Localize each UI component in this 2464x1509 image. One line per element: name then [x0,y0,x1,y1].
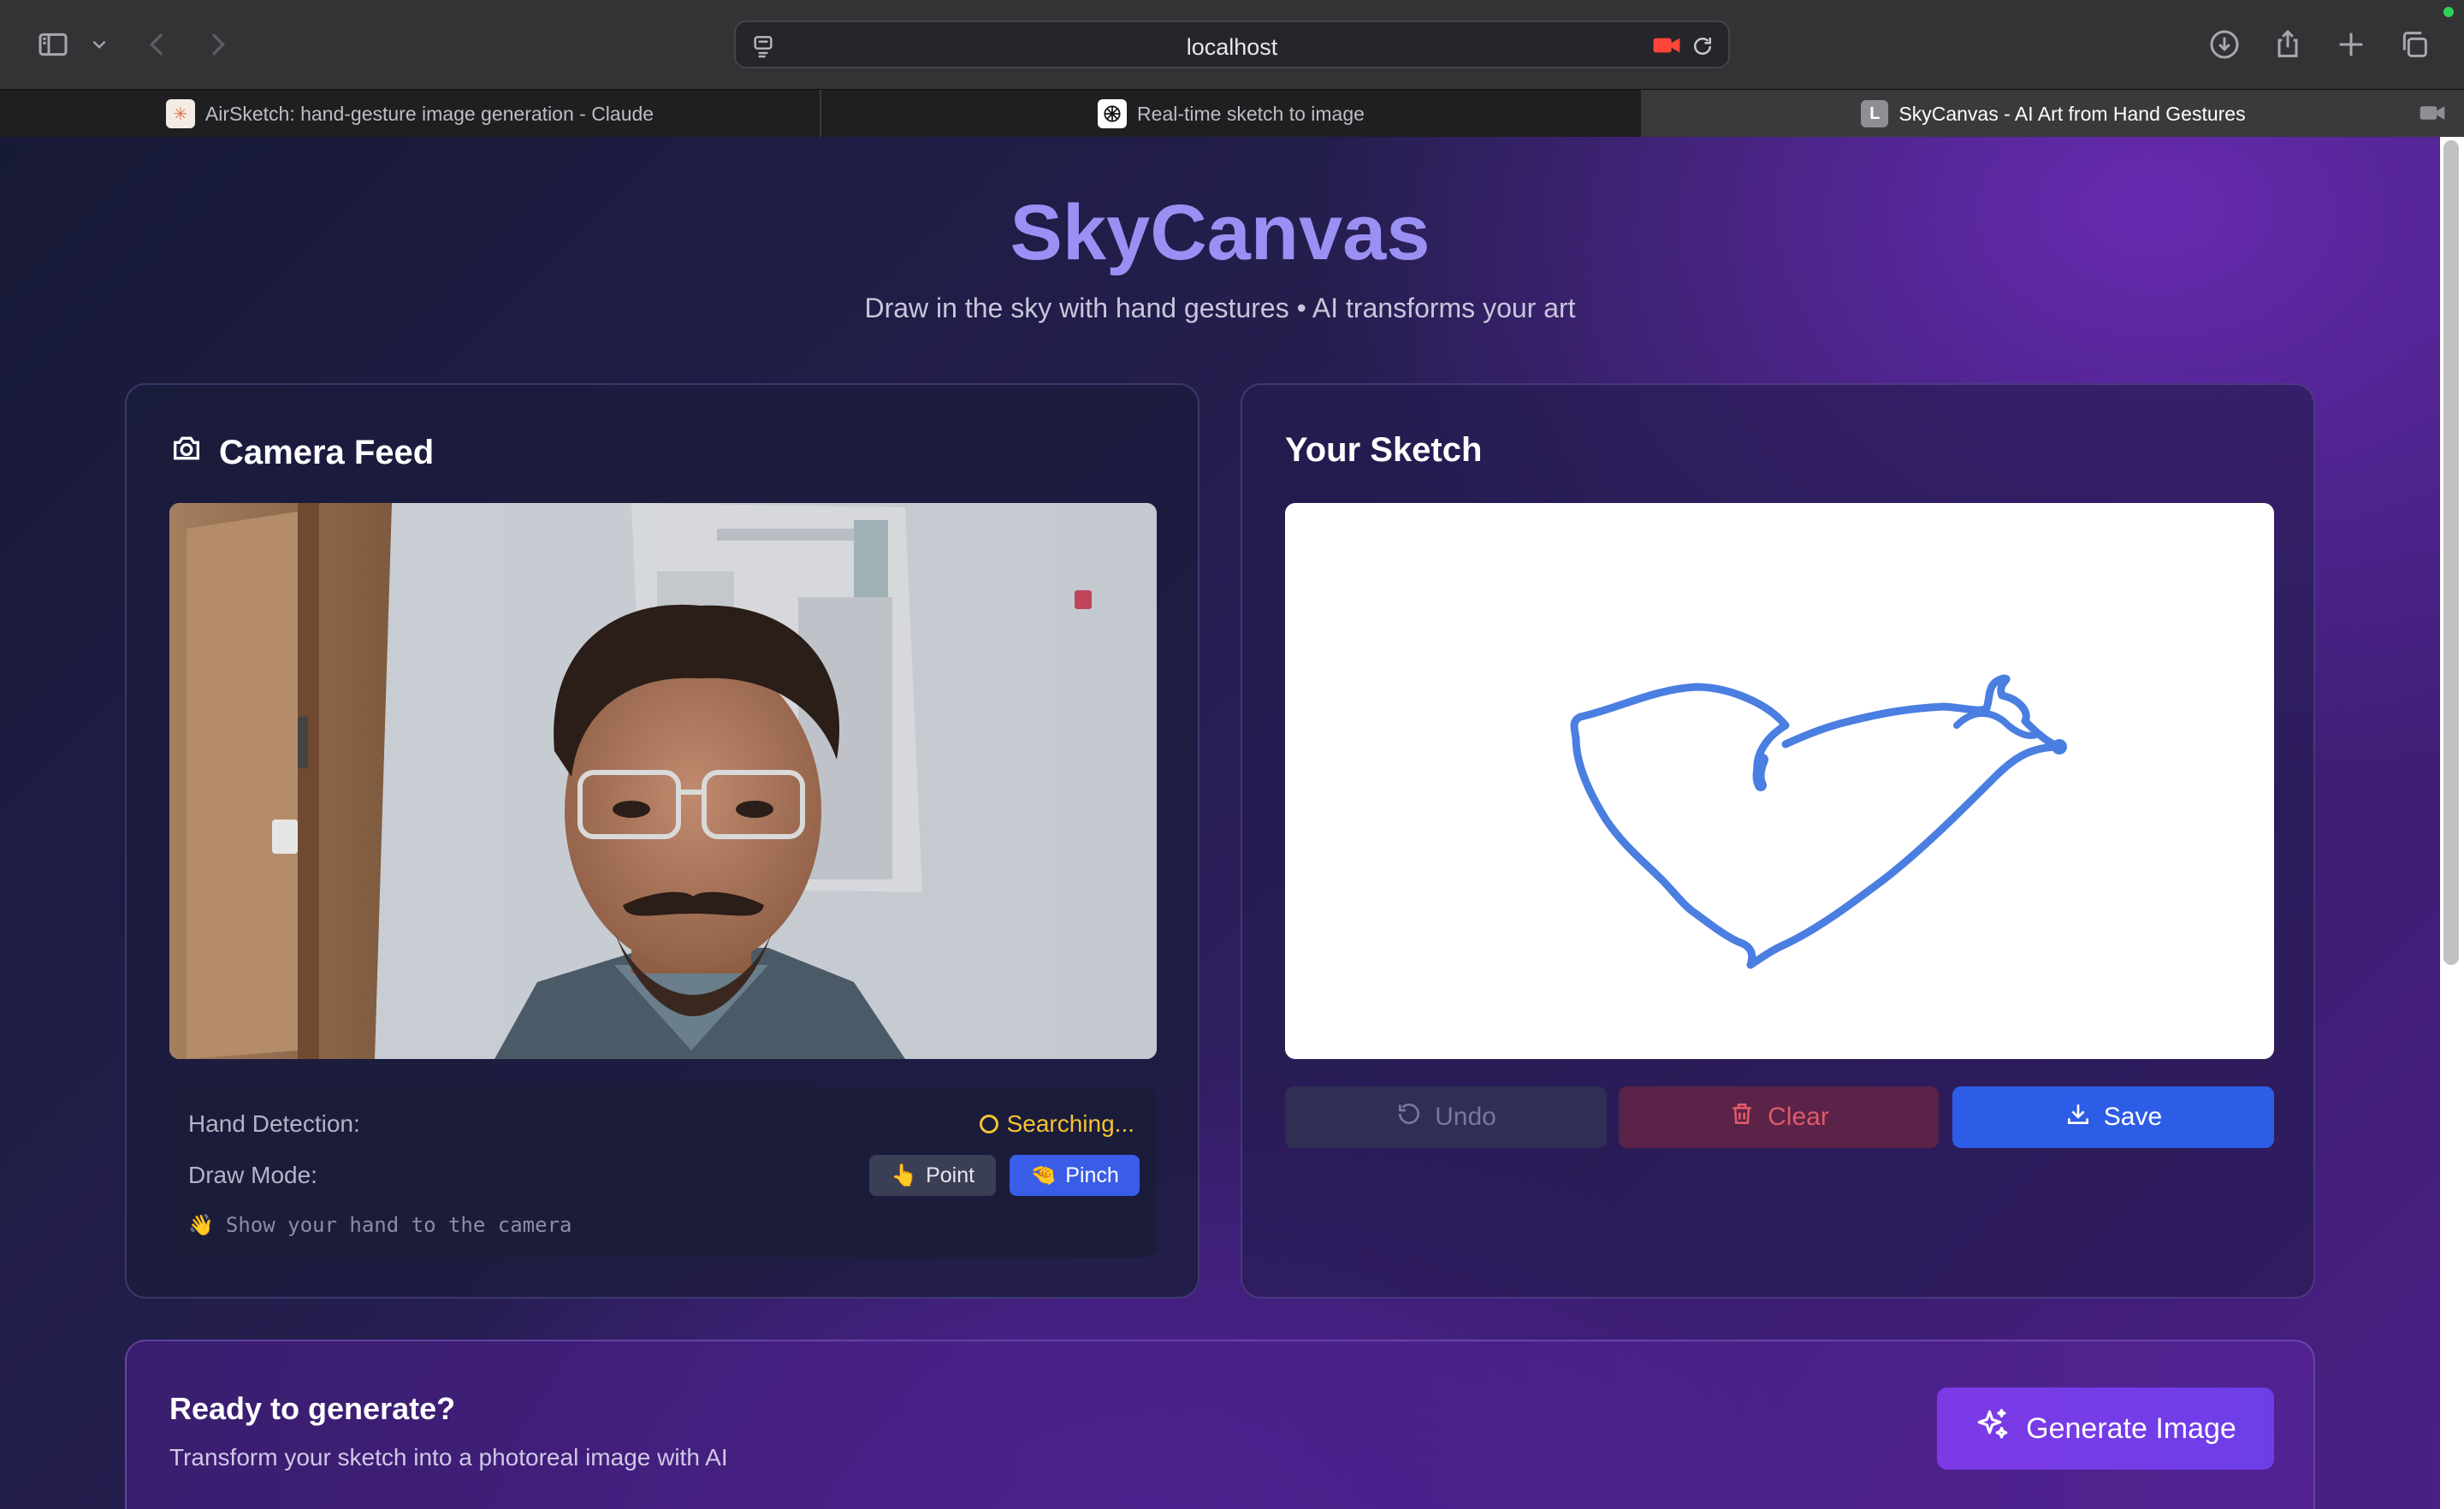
sparkles-icon [1975,1407,2011,1451]
draw-mode-point-button[interactable]: 👆 Point [869,1155,996,1196]
page: SkyCanvas Draw in the sky with hand gest… [0,137,2440,1509]
waving-hand-icon: 👋 [188,1213,214,1237]
scrollbar-thumb[interactable] [2443,140,2459,965]
downloads-icon[interactable] [2202,22,2247,67]
download-icon [2064,1100,2092,1134]
tab-skycanvas[interactable]: L SkyCanvas - AI Art from Hand Gestures [1643,90,2464,138]
generate-subtitle: Transform your sketch into a photoreal i… [169,1444,728,1471]
sidebar-toggle-icon[interactable] [31,22,75,67]
undo-button[interactable]: Undo [1285,1086,1607,1148]
sketch-drawing [1570,674,2067,969]
chatgpt-favicon-icon [1098,99,1128,128]
reload-icon[interactable] [1687,31,1718,62]
camera-video-feed [169,503,1157,1059]
camera-active-indicator [2443,7,2454,17]
camera-card: Camera Feed Hand Detection: Searching...… [125,383,1199,1299]
tab-bar: ✳ AirSketch: hand-gesture image generati… [0,89,2464,138]
forward-icon[interactable] [195,22,240,67]
save-button[interactable]: Save [1952,1086,2274,1148]
pinching-hand-icon: 🤏 [1030,1163,1057,1187]
tab-overview-icon[interactable] [2392,22,2437,67]
hand-detection-status: Searching... [979,1110,1134,1138]
tab-airsketch-claude[interactable]: ✳ AirSketch: hand-gesture image generati… [0,90,821,138]
tab-camera-icon [2418,102,2449,126]
app-title: SkyCanvas [1010,189,1430,276]
tab-realtime-sketch[interactable]: Real-time sketch to image [821,90,1643,138]
new-tab-icon[interactable] [2329,22,2373,67]
tab-title: SkyCanvas - AI Art from Hand Gestures [1898,102,2246,125]
heart-stroke [1570,674,2064,969]
app-subtitle: Draw in the sky with hand gestures • AI … [864,293,1576,323]
chevron-down-icon[interactable] [82,22,116,67]
share-icon[interactable] [2266,22,2310,67]
clear-button[interactable]: Clear [1619,1086,1939,1148]
claude-favicon-icon: ✳ [165,99,195,128]
camera-in-use-icon[interactable] [1651,33,1682,58]
generate-title: Ready to generate? [169,1391,456,1426]
detection-status-panel: Hand Detection: Searching... Draw Mode: … [169,1086,1157,1258]
back-icon[interactable] [135,22,180,67]
sketch-card: Your Sketch Undo Clear Save [1241,383,2315,1299]
camera-icon [169,431,204,474]
generate-card: Ready to generate? Transform your sketch… [125,1340,2315,1509]
hand-hint: 👋 Show your hand to the camera [188,1213,572,1237]
address-text: localhost [1186,34,1278,60]
letter-favicon-icon: L [1861,100,1889,127]
undo-icon [1395,1100,1423,1134]
camera-card-title: Camera Feed [169,431,434,474]
address-bar[interactable]: localhost [734,21,1730,68]
tab-title: Real-time sketch to image [1137,102,1365,125]
draw-mode-pinch-button[interactable]: 🤏 Pinch [1010,1155,1140,1196]
browser-toolbar: localhost [0,0,2464,89]
hand-detection-label: Hand Detection: [188,1110,360,1137]
loading-circle-icon [979,1115,998,1133]
generate-image-button[interactable]: Generate Image [1937,1388,2274,1470]
pointing-hand-icon: 👆 [890,1163,918,1187]
sketch-card-title: Your Sketch [1285,431,1483,469]
draw-mode-label: Draw Mode: [188,1162,317,1188]
tab-title: AirSketch: hand-gesture image generation… [204,102,654,125]
sketch-canvas[interactable] [1285,503,2274,1059]
trash-icon [1728,1100,1756,1134]
